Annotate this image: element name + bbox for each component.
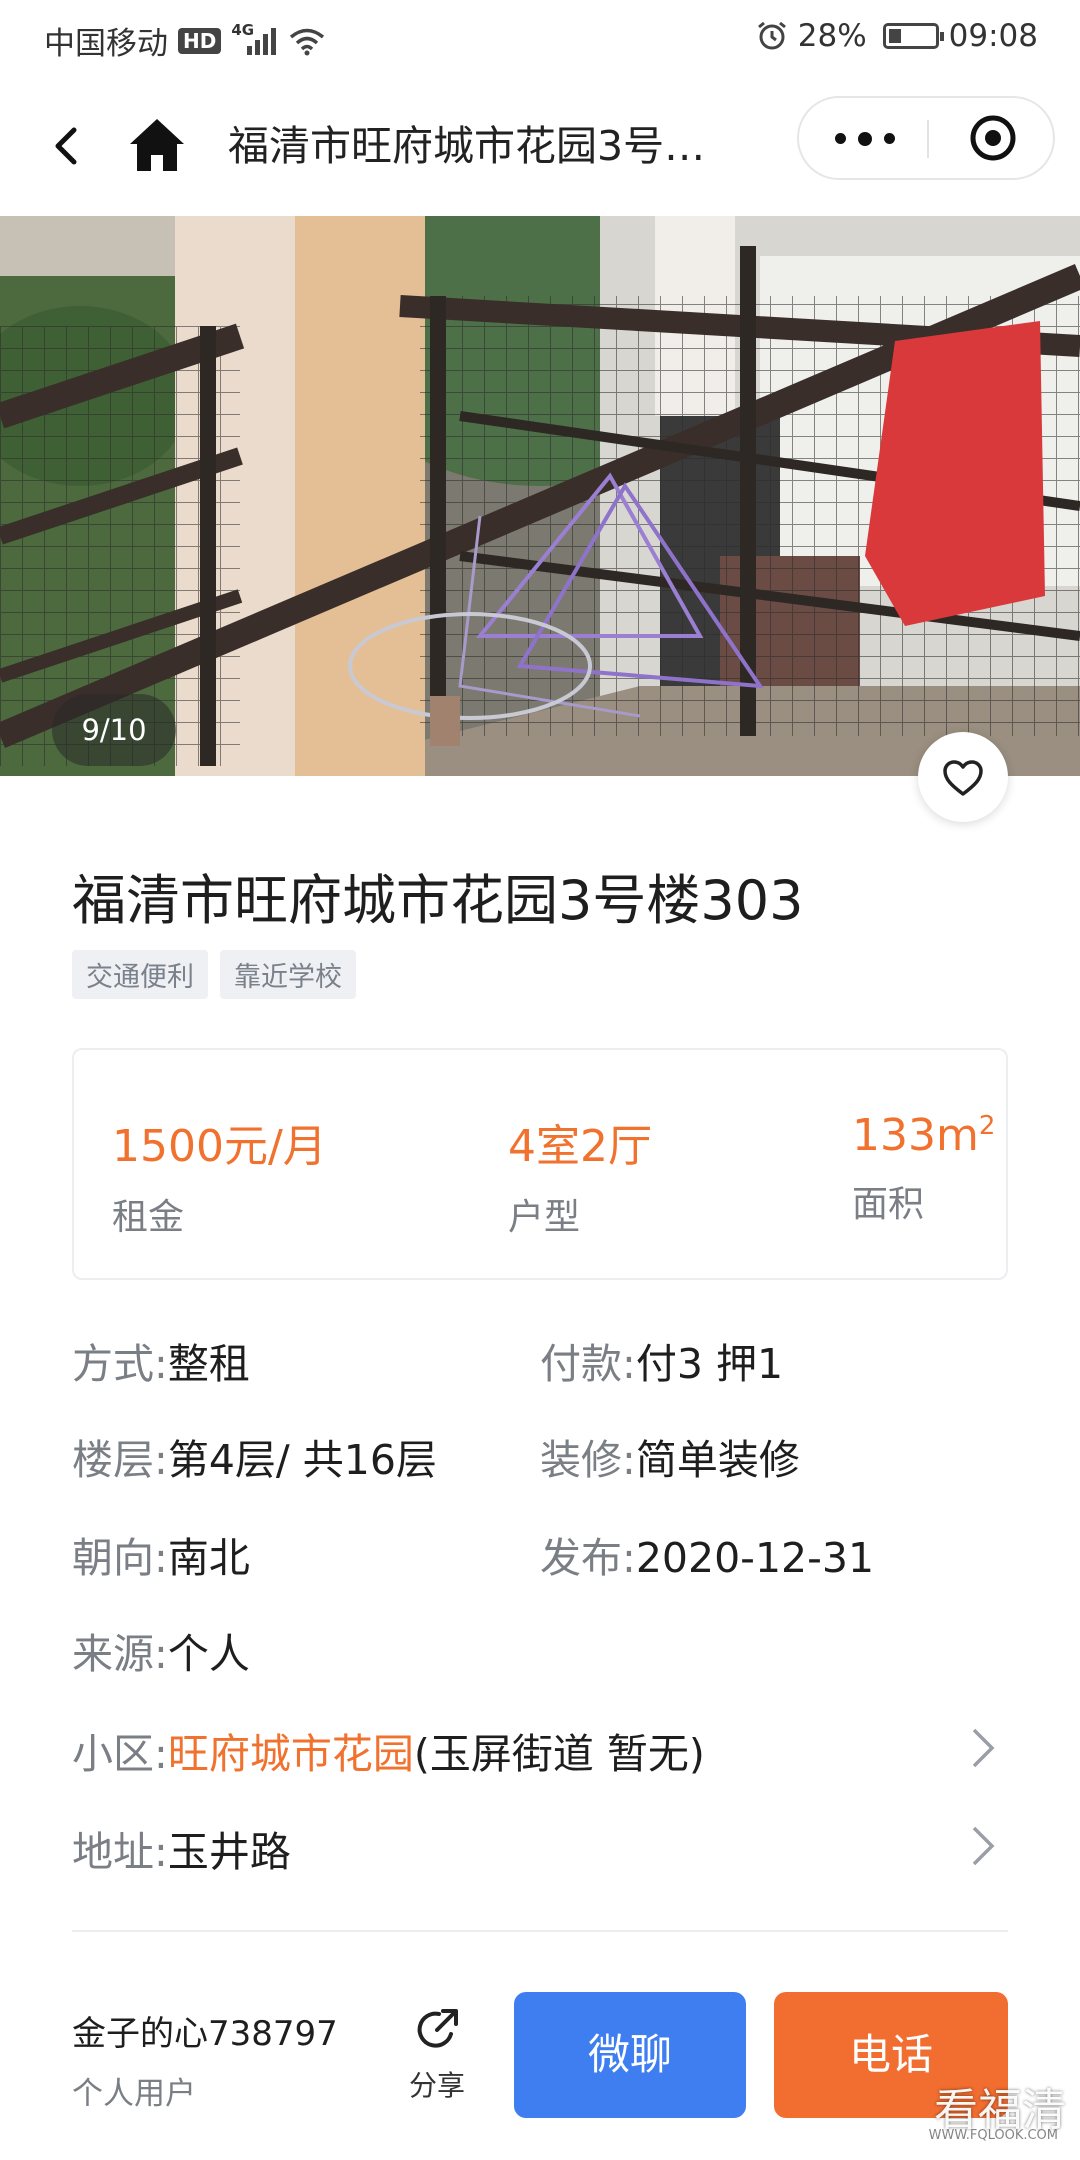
photo-gallery[interactable]: 9/10 [0,216,1080,776]
publisher-type: 个人用户 [72,2076,196,2112]
source-info: 来源:个人 [72,1620,250,1680]
orientation-info: 朝向:南北 [72,1524,250,1584]
decoration-key: 装修: [540,1436,636,1484]
listing-photo [0,216,1080,776]
hd-badge: HD [178,27,222,54]
published-date: 发布:2020-12-31 [540,1524,874,1584]
published-value: 2020-12-31 [635,1534,875,1582]
battery-icon [882,23,944,49]
tag-transport: 交通便利 [72,950,208,999]
community-name: 旺府城市花园 [167,1730,414,1778]
share-icon [417,2009,458,2048]
source-value: 个人 [167,1630,250,1678]
payment-terms: 付款:付3 押1 [540,1330,783,1390]
chevron-right-icon [972,1826,995,1866]
network-type: 4G [231,20,255,39]
area-label: 面积 [852,1184,925,1225]
rent-value: 1500元/月 [112,1121,327,1172]
clock-time: 09:08 [948,18,1038,54]
favorite-button[interactable] [918,732,1008,822]
more-dots-icon [835,132,895,146]
area-summary: 133m2 面积 [852,1110,995,1227]
layout-value: 4室2厅 [508,1121,652,1172]
area-number: 133m [852,1110,979,1161]
photo-counter: 9/10 [52,694,176,766]
nav-bar: 福清市旺府城市花园3号… [0,76,1080,216]
target-circle-icon [970,115,1016,161]
payment-key: 付款: [540,1340,636,1388]
share-button[interactable]: 分享 [392,2004,482,2124]
rental-mode: 方式:整租 [72,1330,250,1390]
community-key: 小区: [72,1730,168,1778]
community-link[interactable]: 小区:旺府城市花园(玉屏街道 暂无) [72,1714,1008,1780]
wifi-icon [290,28,325,55]
rent-label: 租金 [112,1197,185,1238]
rent-summary: 1500元/月 租金 [112,1110,327,1240]
publisher-name: 金子的心738797 [72,2014,338,2054]
source-key: 来源: [72,1630,168,1678]
floor-value: 第4层/ 共16层 [167,1436,437,1484]
address-value: 玉井路 [167,1828,291,1876]
status-right: 28% 09:08 [756,18,1038,54]
address-info: 地址:玉井路 [72,1818,291,1878]
mini-program-capsule [797,96,1055,180]
carrier-name: 中国移动 [44,26,168,62]
payment-value: 付3 押1 [635,1340,784,1388]
site-watermark-url: WWW.FQLOOK.COM [928,2128,1058,2143]
status-left: 中国移动 HD 4G [44,18,325,63]
rental-mode-value: 整租 [167,1340,250,1388]
community-info: 小区:旺府城市花园(玉屏街道 暂无) [72,1720,705,1780]
alarm-icon [757,21,786,50]
decoration-value: 简单装修 [635,1436,800,1484]
listing-title: 福清市旺府城市花园3号楼303 [72,869,804,932]
chevron-right-icon [972,1728,995,1768]
orientation-value: 南北 [167,1534,250,1582]
floor-info: 楼层:第4层/ 共16层 [72,1426,437,1486]
feature-tags: 交通便利 靠近学校 [72,950,356,999]
nav-title: 福清市旺府城市花园3号… [228,122,706,170]
status-bar: 中国移动 HD 4G 28% 09:08 [0,0,1080,76]
community-extra: (玉屏街道 暂无) [413,1730,705,1778]
bottom-action-bar: 金子的心738797 个人用户 分享 微聊 电话 看福清 WWW.FQLOOK.… [0,1932,1080,2160]
battery-percent: 28% [797,18,867,54]
rental-mode-key: 方式: [72,1340,168,1388]
address-link[interactable]: 地址:玉井路 [72,1812,1008,1878]
decoration-info: 装修:简单装修 [540,1426,800,1486]
more-options-button[interactable] [799,98,927,178]
tag-school: 靠近学校 [220,950,356,999]
area-value: 133m2 [852,1110,995,1161]
layout-summary: 4室2厅 户型 [508,1110,652,1240]
address-key: 地址: [72,1828,168,1876]
close-mini-program-button[interactable] [929,98,1055,178]
home-icon[interactable] [126,116,188,174]
orientation-key: 朝向: [72,1534,168,1582]
summary-card: 1500元/月 租金 4室2厅 户型 133m2 面积 [72,1048,1008,1280]
chat-button[interactable]: 微聊 [514,1992,746,2118]
heart-icon [943,760,983,796]
share-label: 分享 [408,2069,465,2102]
back-arrow-icon[interactable] [46,116,86,176]
cell-signal-icon: 4G [231,21,279,57]
layout-label: 户型 [508,1197,581,1238]
floor-key: 楼层: [72,1436,168,1484]
area-unit-superscript: 2 [978,1111,996,1141]
published-key: 发布: [540,1534,636,1582]
